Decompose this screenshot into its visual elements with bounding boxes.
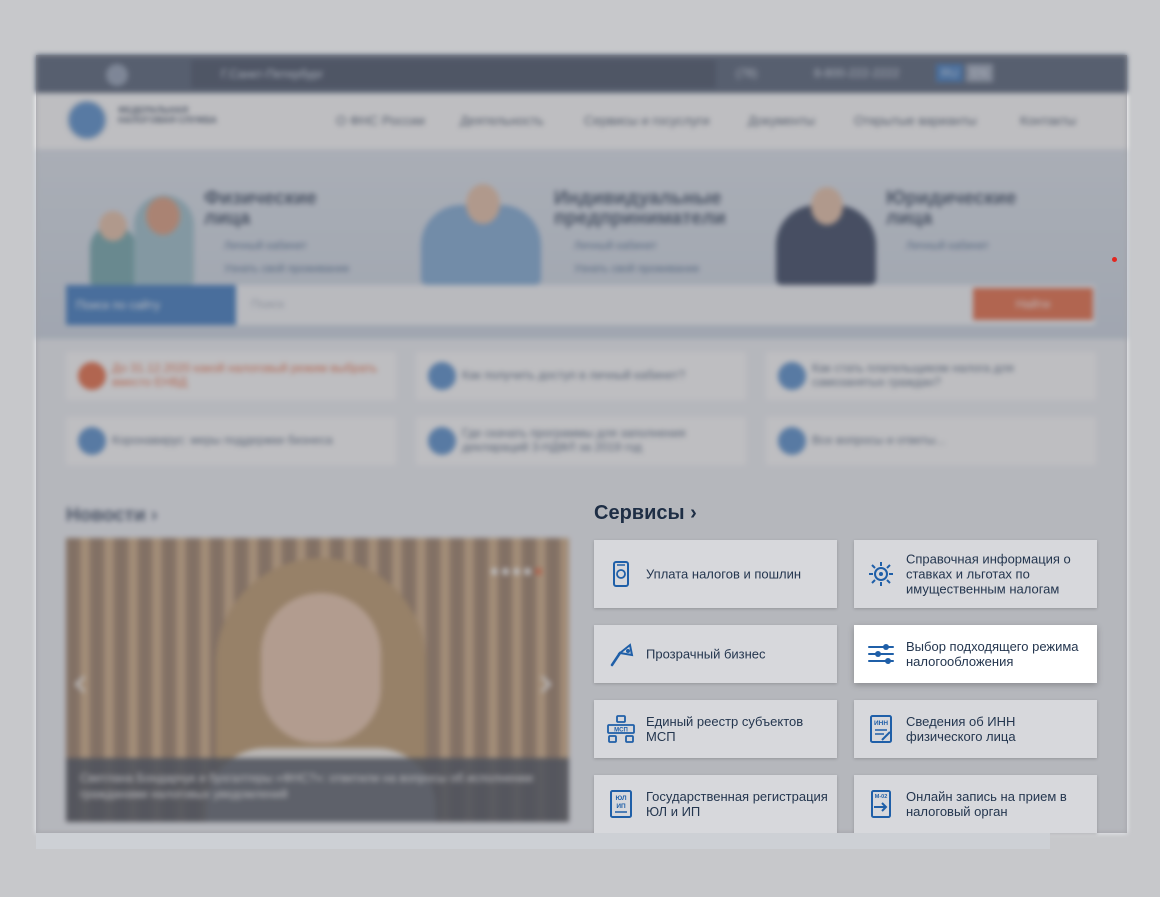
reference-info-icon xyxy=(869,562,893,586)
service-card-inn-info[interactable]: ИНН Сведения об ИНН физического лица xyxy=(854,700,1097,758)
svg-text:МСП: МСП xyxy=(614,728,628,734)
svg-text:ИНН: ИНН xyxy=(874,720,888,727)
service-card-tax-regime-choice[interactable]: Выбор подходящего режима налогообложения xyxy=(854,625,1097,683)
svg-text:ИП: ИП xyxy=(616,803,626,810)
service-label: Справочная информация о ставках и льгота… xyxy=(906,551,1071,597)
service-label: Государственная регистрация ЮЛ и ИП xyxy=(646,789,828,819)
page-bottom-strip xyxy=(36,833,1050,849)
service-card-online-appointment[interactable]: М-02 Онлайн запись на прием в налоговый … xyxy=(854,775,1097,833)
service-label: Выбор подходящего режима налогообложения xyxy=(906,639,1079,669)
svg-text:М-02: М-02 xyxy=(875,794,888,800)
payment-icon xyxy=(613,561,629,587)
service-label: Сведения об ИНН физического лица xyxy=(906,714,1016,744)
service-label: Единый реестр субъектов МСП xyxy=(646,714,804,744)
registration-document-icon: ЮЛ ИП xyxy=(610,790,632,818)
service-card-property-tax-info[interactable]: Справочная информация о ставках и льгота… xyxy=(854,540,1097,608)
msp-registry-icon: МСП xyxy=(607,715,635,743)
appointment-icon: М-02 xyxy=(871,790,891,818)
service-card-msp-registry[interactable]: МСП Единый реестр субъектов МСП xyxy=(594,700,837,758)
service-card-state-registration[interactable]: ЮЛ ИП Государственная регистрация ЮЛ и И… xyxy=(594,775,837,833)
services-heading[interactable]: Сервисы › xyxy=(594,502,697,525)
service-label: Онлайн запись на прием в налоговый орган xyxy=(906,789,1067,819)
cursor-dot xyxy=(1112,257,1117,262)
transparent-business-icon xyxy=(610,643,634,667)
sliders-icon xyxy=(868,644,894,664)
service-label: Прозрачный бизнес xyxy=(646,646,766,662)
inn-document-icon: ИНН xyxy=(870,715,892,743)
service-card-tax-payment[interactable]: Уплата налогов и пошлин xyxy=(594,540,837,608)
svg-text:ЮЛ: ЮЛ xyxy=(615,795,626,802)
service-label: Уплата налогов и пошлин xyxy=(646,566,802,582)
service-card-transparent-business[interactable]: Прозрачный бизнес xyxy=(594,625,837,683)
